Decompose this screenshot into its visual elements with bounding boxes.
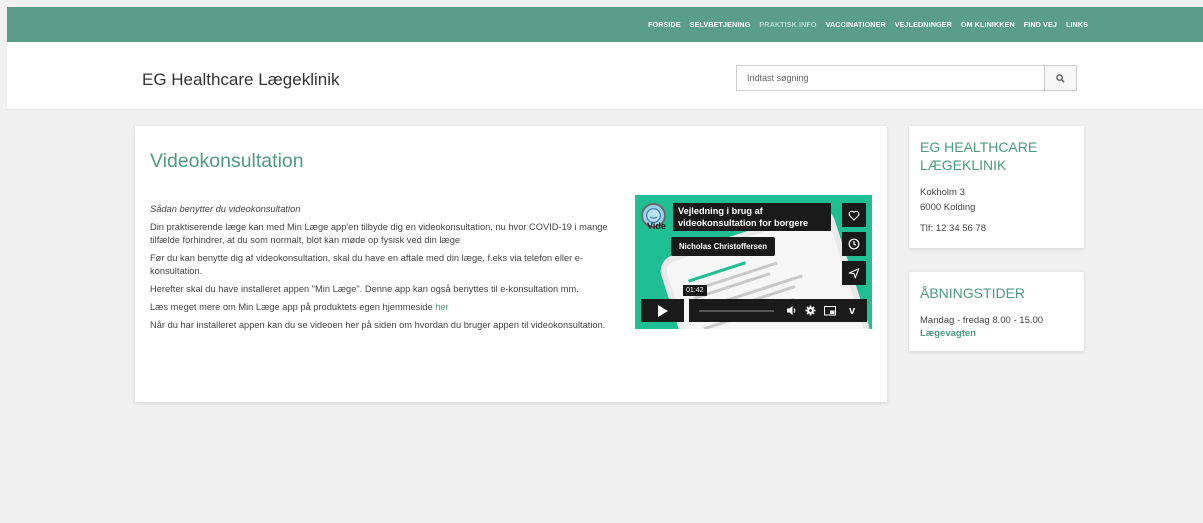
share-button[interactable] [842, 261, 866, 285]
progress-track[interactable] [699, 310, 774, 312]
watch-later-button[interactable] [842, 232, 866, 256]
paragraph-4: Læs meget mere om Min Læge app på produk… [150, 301, 622, 314]
settings-icon [805, 305, 815, 316]
clock-icon [848, 238, 860, 250]
homepage-link[interactable]: her [435, 302, 448, 312]
page: FORSIDE SELVBETJENING PRAKTISK INFO VACC… [7, 7, 1203, 523]
video-title[interactable]: Vejledning i brug af videokonsultation f… [673, 203, 831, 231]
clinic-address-1: Kokholm 3 [920, 187, 965, 198]
share-icon [848, 268, 860, 279]
nav-selvbetjening[interactable]: SELVBETJENING [690, 20, 751, 29]
pip-icon [824, 305, 836, 315]
clinic-phone: Tlf: 12 34 56 78 [920, 223, 987, 234]
paragraph-2: Før du kan benytte dig af videokonsultat… [150, 253, 584, 276]
clinic-address-2: 6000 Kolding [920, 202, 976, 213]
nav-vejledninger[interactable]: VEJLEDNINGER [895, 20, 952, 29]
opening-hours-line: Mandag - fredag 8.00 - 15.00 [920, 315, 1044, 326]
opening-hours-card: ÅBNINGSTIDER Mandag - fredag 8.00 - 15.0… [909, 272, 1084, 351]
vimeo-icon: v [848, 304, 856, 317]
article-body: Sådan benytter du videokonsultation Din … [150, 203, 622, 337]
pip-button[interactable] [823, 303, 837, 318]
search-button[interactable] [1044, 66, 1076, 90]
paragraph-5: Når du har installeret appen kan du se v… [150, 320, 606, 330]
content-card: Videokonsultation Sådan benytter du vide… [135, 126, 887, 402]
paragraph-3: Herefter skal du have installeret appen … [150, 284, 579, 294]
laegevagten-link[interactable]: Lægevagten [920, 328, 1073, 339]
play-icon [657, 304, 668, 317]
paragraph-4-text: Læs meget mere om Min Læge app på produk… [150, 302, 436, 312]
video-time: 01:42 [683, 285, 707, 296]
settings-button[interactable] [803, 303, 817, 318]
video-author[interactable]: Nicholas Christoffersen [671, 237, 775, 256]
paragraph-1: Din praktiserende læge kan med Min Læge … [150, 222, 608, 245]
nav-praktisk-info[interactable]: PRAKTISK INFO [759, 20, 816, 29]
clinic-title: EG HEALTHCARE LÆGEKLINIK [920, 139, 1038, 173]
search-icon [1056, 73, 1065, 83]
video-control-bar: v [689, 299, 867, 322]
like-button[interactable] [842, 203, 866, 227]
nav-links[interactable]: LINKS [1066, 20, 1088, 29]
search-input[interactable] [737, 66, 1044, 90]
nav-find-vej[interactable]: FIND VEJ [1024, 20, 1057, 29]
search-box [736, 65, 1077, 91]
volume-icon [787, 306, 796, 315]
video-player[interactable]: Vide Vejledning i brug af videokonsultat… [635, 195, 872, 329]
nav-om-klinikken[interactable]: OM KLINIKKEN [961, 20, 1015, 29]
site-brand[interactable]: EG Healthcare Lægeklinik [142, 70, 339, 90]
top-navigation: FORSIDE SELVBETJENING PRAKTISK INFO VACC… [7, 7, 1203, 42]
vimeo-logo[interactable]: v [844, 303, 860, 318]
clinic-info-card: EG HEALTHCARE LÆGEKLINIK Kokholm 3 6000 … [909, 126, 1084, 248]
play-button[interactable] [641, 299, 684, 322]
heart-icon [848, 210, 860, 221]
volume-button[interactable] [785, 303, 799, 318]
nav-vaccinationer[interactable]: VACCINATIONER [826, 20, 886, 29]
opening-hours-title: ÅBNINGSTIDER [920, 285, 1026, 301]
channel-label: Vide [647, 221, 666, 231]
intro-text: Sådan benytter du videokonsultation [150, 204, 301, 214]
nav-forside[interactable]: FORSIDE [648, 20, 681, 29]
site-header: EG Healthcare Lægeklinik [7, 42, 1203, 110]
page-title: Videokonsultation [150, 150, 304, 172]
